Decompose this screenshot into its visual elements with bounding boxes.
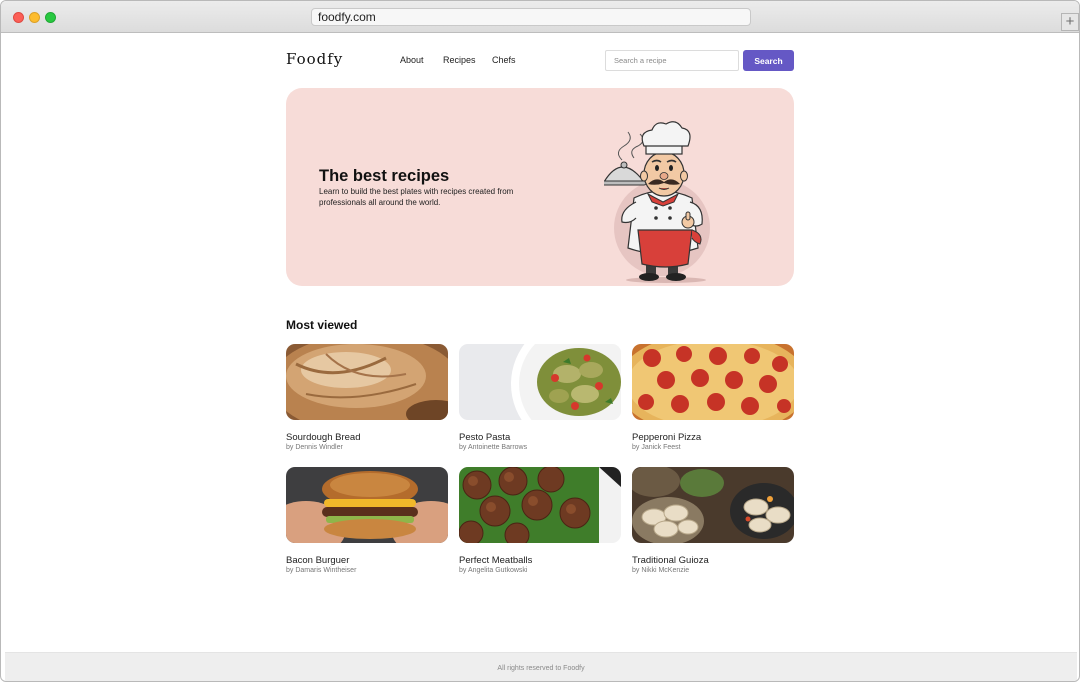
browser-toolbar: foodfy.com + [1,1,1079,33]
recipe-card[interactable]: Sourdough Bread by Dennis Windler [286,344,448,451]
recipe-image-bread[interactable] [286,344,448,420]
recipe-image-pasta[interactable] [459,344,621,420]
recipe-author: by Nikki McKenzie [632,567,690,574]
recipe-image-burger[interactable] [286,467,448,543]
site-footer: All rights reserved to Foodfy [5,652,1077,681]
recipe-title[interactable]: Pesto Pasta [459,432,621,443]
recipe-image-meatballs[interactable] [459,467,621,543]
nav-link-recipes[interactable]: Recipes [443,55,476,65]
nav-link-about[interactable]: About [400,55,424,65]
recipe-title[interactable]: Sourdough Bread [286,432,448,443]
address-bar[interactable]: foodfy.com [311,8,751,26]
recipe-image-gyoza[interactable] [632,467,794,543]
recipe-search-input[interactable] [605,50,739,71]
browser-window: foodfy.com + Foodfy About Recipes Chefs … [0,0,1080,682]
recipe-card[interactable]: Pepperoni Pizza by Janick Feest [632,344,794,451]
nav-link-chefs[interactable]: Chefs [492,55,516,65]
search-button[interactable]: Search [743,50,794,71]
hero-banner: The best recipes Learn to build the best… [286,88,794,286]
hero-subtitle: Learn to build the best plates with reci… [319,187,514,207]
chef-illustration [604,121,710,283]
recipe-card[interactable]: Bacon Burguer by Damaris Wintheiser [286,467,448,574]
maximize-window-button[interactable] [45,12,56,23]
recipe-title[interactable]: Traditional Guioza [632,555,794,566]
recipe-card[interactable]: Traditional Guioza by Nikki McKenzie [632,467,794,574]
recipe-author: by Angelita Gutkowski [459,567,528,574]
recipe-title[interactable]: Perfect Meatballs [459,555,621,566]
recipe-card[interactable]: Perfect Meatballs by Angelita Gutkowski [459,467,621,574]
recipe-author: by Antoinette Barrows [459,444,528,451]
recipe-title[interactable]: Bacon Burguer [286,555,448,566]
new-tab-button[interactable]: + [1061,13,1079,31]
hero-title: The best recipes [319,167,450,185]
minimize-window-button[interactable] [29,12,40,23]
site-logo[interactable]: Foodfy [286,50,343,68]
recipe-author: by Janick Feest [632,444,681,451]
recipe-card[interactable]: Pesto Pasta by Antoinette Barrows [459,344,621,451]
close-window-button[interactable] [13,12,24,23]
recipe-title[interactable]: Pepperoni Pizza [632,432,794,443]
recipe-author: by Dennis Windler [286,444,343,451]
recipe-image-pizza[interactable] [632,344,794,420]
recipe-author: by Damaris Wintheiser [286,567,357,574]
most-viewed-heading: Most viewed [286,318,358,332]
